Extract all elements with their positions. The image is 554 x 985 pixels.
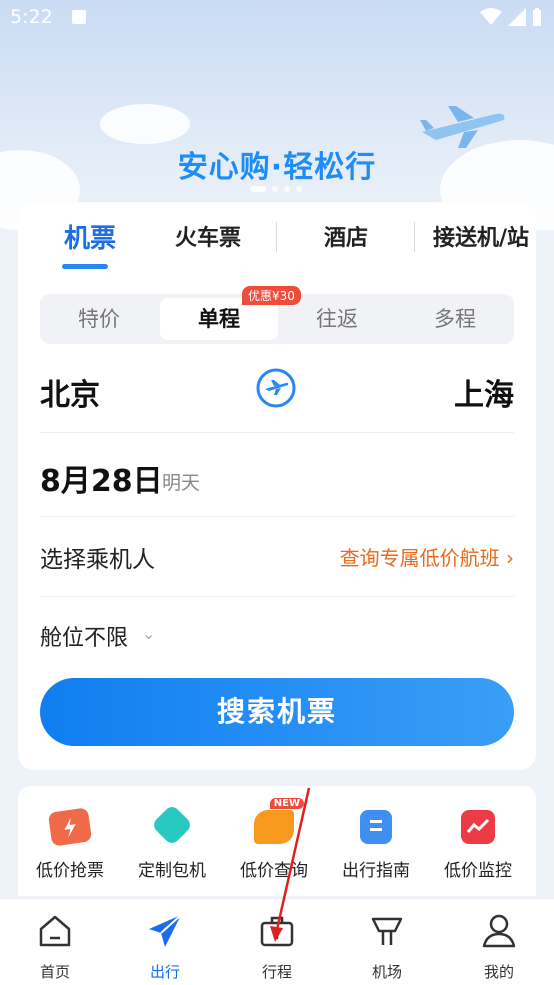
route-row: 北京 上海	[40, 362, 514, 433]
departure-city[interactable]: 北京	[40, 370, 100, 414]
nav-label: 出行	[149, 963, 180, 981]
exclusive-low-price-label: 查询专属低价航班	[339, 546, 500, 570]
price-query-icon: NEW	[254, 798, 304, 844]
banner-pagination	[250, 186, 302, 192]
quick-action-label: 低价查询	[240, 861, 308, 881]
tab-train[interactable]: 火车票	[158, 220, 258, 252]
trip-type-multi-city[interactable]: 多程	[396, 294, 514, 344]
nav-label: 我的	[483, 963, 514, 981]
cloud-decoration	[100, 104, 190, 144]
home-icon	[39, 915, 71, 947]
nav-travel[interactable]: 出行	[110, 911, 220, 982]
tab-divider	[414, 222, 415, 252]
tab-hotel[interactable]: 酒店	[296, 220, 396, 252]
charter-icon	[150, 803, 194, 847]
signal-icon	[508, 8, 526, 26]
quick-action-charter[interactable]: 定制包机	[120, 803, 224, 881]
battery-icon	[533, 8, 541, 26]
trip-type-special[interactable]: 特价	[40, 294, 158, 344]
banner-slogan: 安心购·轻松行	[177, 150, 377, 185]
active-tab-indicator	[62, 264, 108, 269]
exclusive-low-price-link[interactable]: 查询专属低价航班 ›	[340, 542, 514, 571]
airport-icon	[371, 917, 403, 945]
cabin-class: 舱位不限	[40, 626, 129, 651]
quick-action-ticket-grab[interactable]: 低价抢票	[18, 807, 122, 881]
quick-action-label: 出行指南	[342, 861, 410, 881]
tab-flight[interactable]: 机票	[40, 218, 140, 255]
cabin-row[interactable]: 舱位不限 ⌄	[40, 596, 514, 676]
departure-date: 8月28日	[40, 464, 163, 499]
trip-type-segment: 特价 单程 往返 多程 优惠¥30	[40, 286, 514, 344]
notification-icon	[72, 10, 86, 24]
date-relative: 明天	[162, 472, 201, 494]
quick-action-monitor[interactable]: 低价监控	[426, 810, 530, 881]
passenger-row: 选择乘机人 查询专属低价航班 ›	[40, 516, 514, 597]
tab-transfer[interactable]: 接送机/站	[426, 220, 536, 252]
status-icons	[480, 8, 542, 26]
bottom-nav: 首页 出行 行程 机场 我的	[0, 898, 554, 985]
paper-plane-icon	[149, 914, 182, 947]
tab-divider	[276, 222, 277, 252]
quick-actions: 低价抢票 定制包机 NEW 低价查询 出行指南 低价监控	[18, 786, 536, 896]
discount-badge: 优惠¥30	[242, 286, 301, 305]
nav-home[interactable]: 首页	[0, 911, 110, 982]
nav-label: 机场	[371, 963, 402, 981]
wifi-icon	[480, 8, 502, 25]
quick-action-label: 低价抢票	[36, 861, 104, 881]
chevron-down-icon: ⌄	[142, 624, 156, 643]
user-icon	[482, 914, 516, 948]
nav-label: 首页	[39, 963, 70, 981]
ticket-icon	[47, 807, 93, 847]
swap-cities-icon[interactable]	[256, 368, 296, 408]
nav-label: 行程	[261, 963, 292, 981]
new-badge: NEW	[269, 798, 304, 809]
booking-tabs: 机票 火车票 酒店 接送机/站	[18, 202, 536, 272]
nav-profile[interactable]: 我的	[444, 911, 554, 982]
status-time: 5:22	[10, 6, 53, 28]
nav-airport[interactable]: 机场	[332, 911, 442, 982]
select-passenger[interactable]: 选择乘机人	[40, 540, 155, 574]
status-bar: 5:22	[0, 0, 554, 36]
date-row[interactable]: 8月28日 明天	[40, 434, 514, 517]
booking-card: 机票 火车票 酒店 接送机/站 特价 单程 往返 多程 优惠¥30 北京 上海 …	[18, 202, 536, 770]
guide-icon	[360, 810, 392, 844]
monitor-icon	[461, 810, 495, 844]
quick-action-guide[interactable]: 出行指南	[324, 810, 428, 881]
quick-action-label: 定制包机	[138, 861, 206, 881]
arrival-city[interactable]: 上海	[454, 370, 514, 414]
chevron-right-icon: ›	[506, 546, 514, 570]
nav-itinerary[interactable]: 行程	[222, 911, 332, 982]
quick-action-label: 低价监控	[444, 861, 512, 881]
suitcase-icon	[260, 916, 294, 947]
quick-action-price-query[interactable]: NEW 低价查询	[222, 798, 326, 881]
search-flights-button[interactable]: 搜索机票	[40, 678, 514, 746]
